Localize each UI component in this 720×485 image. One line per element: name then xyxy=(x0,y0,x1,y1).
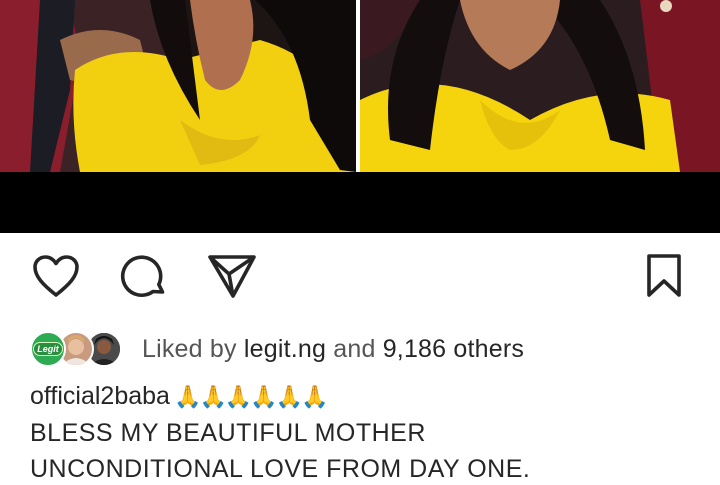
share-button[interactable] xyxy=(206,250,258,302)
photo-letterbox xyxy=(0,172,720,233)
likes-middle: and xyxy=(326,334,383,363)
avatar-legit: Legit xyxy=(30,331,66,367)
like-button[interactable] xyxy=(30,250,82,302)
likes-user-link[interactable]: legit.ng xyxy=(244,335,326,363)
likes-text[interactable]: Liked by legit.ng and 9,186 others xyxy=(142,335,524,364)
save-button[interactable] xyxy=(638,250,690,302)
liker-avatars: Legit xyxy=(30,329,130,369)
likes-count-link[interactable]: 9,186 others xyxy=(383,335,524,363)
bookmark-icon xyxy=(647,254,681,297)
post-image[interactable] xyxy=(0,0,720,233)
caption-line-2: UNCONDITIONAL LOVE FROM DAY ONE. xyxy=(30,455,531,483)
caption-line-1: BLESS MY BEAUTIFUL MOTHER xyxy=(30,419,426,447)
post-action-bar xyxy=(0,250,720,310)
post-photo-right xyxy=(360,0,720,172)
heart-icon xyxy=(33,255,79,297)
caption-username[interactable]: official2baba xyxy=(30,382,170,410)
caption-header: official2baba 🙏🙏🙏🙏🙏🙏 xyxy=(30,378,710,415)
caption-emojis: 🙏🙏🙏🙏🙏🙏 xyxy=(169,384,328,409)
comment-bubble-icon xyxy=(120,255,165,297)
avatar-legit-label: Legit xyxy=(33,342,63,356)
post-photo-left xyxy=(0,0,356,172)
likes-prefix: Liked by xyxy=(142,334,244,363)
comment-button[interactable] xyxy=(118,250,170,302)
likes-row[interactable]: Legit Liked by legit.ng and 9,186 others xyxy=(30,328,524,370)
post-caption: official2baba 🙏🙏🙏🙏🙏🙏 BLESS MY BEAUTIFUL … xyxy=(30,378,710,485)
paper-plane-icon xyxy=(208,255,256,298)
